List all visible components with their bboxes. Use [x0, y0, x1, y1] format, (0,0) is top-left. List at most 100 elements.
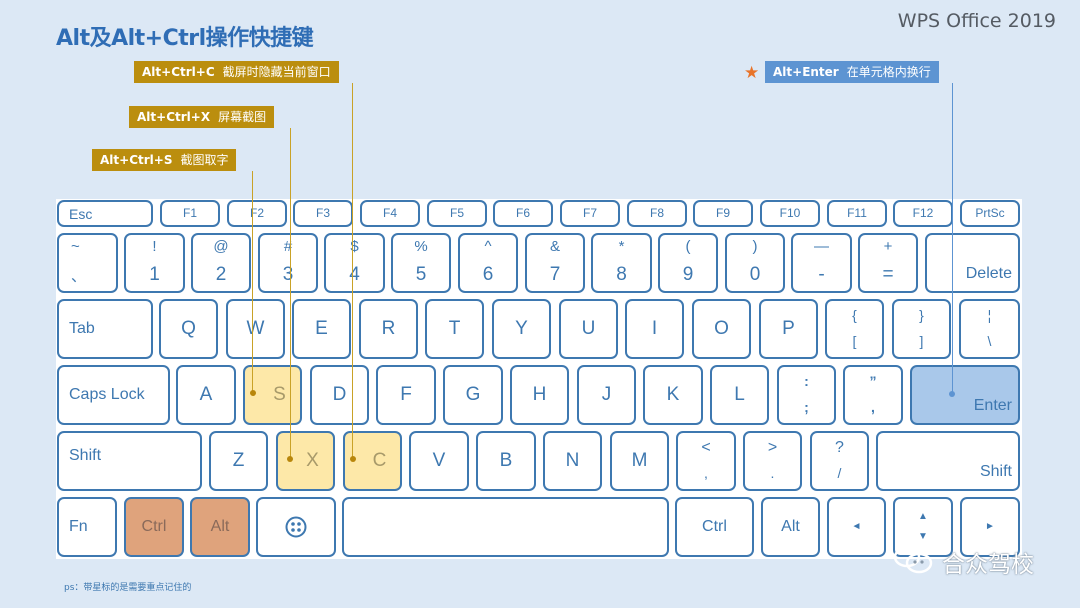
- key-t[interactable]: T: [425, 299, 484, 359]
- key-f6[interactable]: F6: [493, 200, 553, 227]
- key-z[interactable]: Z: [209, 431, 268, 491]
- key-tab[interactable]: Tab: [57, 299, 153, 359]
- key-6[interactable]: ^ 6: [458, 233, 518, 293]
- arrow-up-icon: ▲: [918, 511, 928, 522]
- key-label: F9: [715, 206, 730, 220]
- key-1[interactable]: ! 1: [124, 233, 185, 293]
- key-g[interactable]: G: [443, 365, 503, 425]
- key-3[interactable]: #3: [258, 233, 318, 293]
- key-symbol[interactable]: — -: [791, 233, 852, 293]
- key-windows[interactable]: [256, 497, 336, 557]
- key-prtsc[interactable]: PrtSc: [960, 200, 1020, 227]
- key-caps-lock[interactable]: Caps Lock: [57, 365, 170, 425]
- key-label: J: [601, 384, 612, 405]
- key-h[interactable]: H: [510, 365, 569, 425]
- key-semicolon[interactable]: :;: [777, 365, 836, 425]
- key-n[interactable]: N: [543, 431, 602, 491]
- key-backslash[interactable]: ¦ \: [959, 299, 1020, 359]
- key-f8[interactable]: F8: [627, 200, 687, 227]
- key-symbol[interactable]: + =: [858, 233, 918, 293]
- key-f4[interactable]: F4: [360, 200, 420, 227]
- windows-menu-icon: [285, 516, 307, 538]
- key-bracket-left[interactable]: {[: [825, 299, 884, 359]
- key-p[interactable]: P: [759, 299, 818, 359]
- key-esc[interactable]: Esc: [57, 200, 153, 227]
- key-a[interactable]: A: [176, 365, 236, 425]
- key-u[interactable]: U: [559, 299, 618, 359]
- key-period[interactable]: >.: [743, 431, 802, 491]
- key-f5[interactable]: F5: [427, 200, 487, 227]
- key-alt-left[interactable]: Alt: [190, 497, 250, 557]
- key-o[interactable]: O: [692, 299, 751, 359]
- key-shift-left[interactable]: Shift: [57, 431, 202, 491]
- key-symbol[interactable]: ~、: [57, 233, 118, 293]
- key-bracket-right[interactable]: }]: [892, 299, 951, 359]
- key-v[interactable]: V: [409, 431, 469, 491]
- key-label: B: [499, 450, 513, 471]
- key-q[interactable]: Q: [159, 299, 218, 359]
- key-slash[interactable]: ? /: [810, 431, 869, 491]
- key-e[interactable]: E: [292, 299, 351, 359]
- key-r[interactable]: R: [359, 299, 418, 359]
- key-label: T: [448, 318, 461, 339]
- key-shift-label: ^: [484, 238, 492, 255]
- key-i[interactable]: I: [625, 299, 684, 359]
- key-b[interactable]: B: [476, 431, 536, 491]
- key-f12[interactable]: F12: [893, 200, 953, 227]
- key-label: .: [770, 465, 775, 481]
- key-f3[interactable]: F3: [293, 200, 353, 227]
- key-space[interactable]: [342, 497, 669, 557]
- key-delete[interactable]: Delete: [925, 233, 1020, 293]
- key-8[interactable]: * 8: [591, 233, 652, 293]
- key-label: F5: [449, 206, 464, 220]
- key-shift-right[interactable]: Shift: [876, 431, 1020, 491]
- key-label: F4: [382, 206, 397, 220]
- key-ctrl-left[interactable]: Ctrl: [124, 497, 184, 557]
- key-f[interactable]: F: [376, 365, 436, 425]
- key-m[interactable]: M: [610, 431, 669, 491]
- key-5[interactable]: % 5: [391, 233, 451, 293]
- key-y[interactable]: Y: [492, 299, 551, 359]
- key-quote[interactable]: ”,: [843, 365, 903, 425]
- arrow-down-icon: ▼: [918, 531, 928, 542]
- key-label: N: [565, 450, 580, 471]
- key-shift-label: ): [752, 238, 758, 255]
- key-x[interactable]: X: [276, 431, 335, 491]
- callout-keys: Alt+Ctrl+C: [142, 65, 215, 79]
- key-k[interactable]: K: [643, 365, 703, 425]
- key-label: M: [631, 450, 648, 471]
- key-label: A: [199, 384, 213, 405]
- key-comma[interactable]: <,: [676, 431, 736, 491]
- key-7[interactable]: & 7: [525, 233, 585, 293]
- connector-line-x: [290, 128, 291, 459]
- key-fn[interactable]: Fn: [57, 497, 117, 557]
- key-shift-label: #: [283, 238, 293, 255]
- key-shift-label: *: [618, 238, 625, 255]
- key-f10[interactable]: F10: [760, 200, 820, 227]
- key-0[interactable]: ) 0: [725, 233, 785, 293]
- key-label: Caps Lock: [69, 386, 145, 403]
- key-w[interactable]: W: [226, 299, 285, 359]
- key-label: F3: [315, 206, 330, 220]
- key-f1[interactable]: F1: [160, 200, 220, 227]
- key-enter[interactable]: Enter: [910, 365, 1020, 425]
- key-l[interactable]: L: [710, 365, 769, 425]
- key-9[interactable]: (9: [658, 233, 718, 293]
- key-j[interactable]: J: [577, 365, 636, 425]
- key-ctrl-right[interactable]: Ctrl: [675, 497, 754, 557]
- key-f2[interactable]: F2: [227, 200, 287, 227]
- key-f7[interactable]: F7: [560, 200, 620, 227]
- key-2[interactable]: @2: [191, 233, 251, 293]
- key-arrow-left[interactable]: ◄: [827, 497, 886, 557]
- key-label: P: [782, 318, 795, 339]
- key-label: S: [273, 384, 286, 405]
- key-alt-right[interactable]: Alt: [761, 497, 820, 557]
- callout-desc: 在单元格内换行: [846, 65, 931, 79]
- key-label: Ctrl: [141, 518, 167, 535]
- key-f9[interactable]: F9: [693, 200, 753, 227]
- key-d[interactable]: D: [310, 365, 369, 425]
- key-f11[interactable]: F11: [827, 200, 887, 227]
- key-4[interactable]: $4: [324, 233, 385, 293]
- callout-alt-ctrl-c: Alt+Ctrl+C 截屏时隐藏当前窗口: [134, 61, 339, 83]
- key-label: [: [852, 333, 857, 349]
